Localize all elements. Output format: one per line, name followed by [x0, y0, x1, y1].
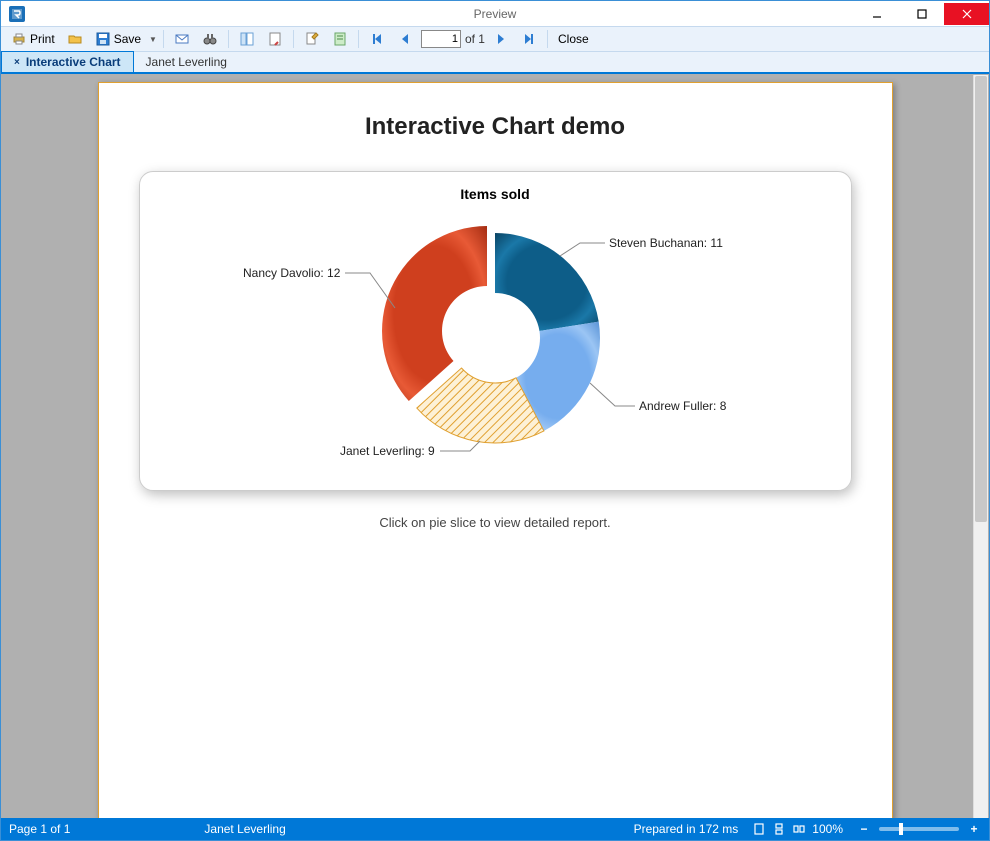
scrollbar-thumb[interactable] [975, 76, 987, 522]
chart-hint: Click on pie slice to view detailed repo… [139, 515, 852, 530]
close-preview-label: Close [558, 32, 589, 46]
chart-frame: Items sold [139, 171, 852, 491]
zoom-slider[interactable] [879, 827, 959, 831]
save-label: Save [114, 32, 141, 46]
separator [228, 30, 229, 48]
watermark-icon [332, 31, 348, 47]
binoculars-icon [202, 31, 218, 47]
edit-icon [304, 31, 320, 47]
page-number-input[interactable] [421, 30, 461, 48]
label-fuller: Andrew Fuller: 8 [639, 399, 727, 413]
toolbar: Print Save ▼ of 1 Close [1, 26, 989, 52]
prev-page-icon [397, 31, 413, 47]
folder-open-icon [67, 31, 83, 47]
preview-viewport[interactable]: Interactive Chart demo Items sold [1, 74, 989, 820]
report-title: Interactive Chart demo [139, 113, 852, 141]
prev-page-button[interactable] [393, 29, 417, 49]
tab-label: Interactive Chart [26, 55, 121, 69]
separator [358, 30, 359, 48]
outline-button[interactable] [235, 29, 259, 49]
label-davolio: Nancy Davolio: 12 [243, 266, 341, 280]
zoom-in-button[interactable]: + [967, 822, 981, 836]
page-of-text: of 1 [465, 32, 485, 46]
maximize-button[interactable] [899, 3, 944, 25]
minimize-button[interactable] [854, 3, 899, 25]
open-button[interactable] [63, 29, 87, 49]
zoom-value: 100% [812, 822, 843, 836]
vertical-scrollbar[interactable] [973, 75, 988, 819]
label-buchanan: Steven Buchanan: 11 [609, 236, 723, 250]
outline-icon [239, 31, 255, 47]
last-page-icon [521, 31, 537, 47]
tab-close-icon[interactable]: × [14, 57, 20, 68]
app-icon [9, 6, 25, 22]
chart-title: Items sold [160, 186, 831, 202]
next-page-button[interactable] [489, 29, 513, 49]
separator [547, 30, 548, 48]
tab-label: Janet Leverling [146, 55, 227, 69]
save-button[interactable]: Save [91, 29, 145, 49]
find-button[interactable] [198, 29, 222, 49]
next-page-icon [493, 31, 509, 47]
view-continuous-icon[interactable] [772, 822, 786, 836]
tabbar: × Interactive Chart Janet Leverling [1, 52, 989, 74]
titlebar: Preview [1, 1, 989, 26]
first-page-icon [369, 31, 385, 47]
status-prepared: Prepared in 172 ms [634, 822, 739, 836]
statusbar: Page 1 of 1 Janet Leverling Prepared in … [1, 818, 989, 840]
watermark-button[interactable] [328, 29, 352, 49]
last-page-button[interactable] [517, 29, 541, 49]
print-icon [11, 31, 27, 47]
report-page: Interactive Chart demo Items sold [98, 82, 893, 820]
zoom-out-button[interactable]: − [857, 822, 871, 836]
slice-buchanan[interactable] [495, 233, 599, 331]
save-dropdown-arrow-icon[interactable]: ▼ [149, 35, 157, 44]
donut-chart: Steven Buchanan: 11 Andrew Fuller: 8 Jan… [165, 208, 825, 468]
print-button[interactable]: Print [7, 29, 59, 49]
email-icon [174, 31, 190, 47]
close-preview-button[interactable]: Close [554, 30, 593, 48]
label-leverling: Janet Leverling: 9 [340, 444, 435, 458]
page-setup-icon [267, 31, 283, 47]
window-title: Preview [474, 7, 517, 21]
slice-davolio[interactable] [382, 226, 487, 401]
email-button[interactable] [170, 29, 194, 49]
view-multipage-icon[interactable] [792, 822, 806, 836]
window-buttons [854, 3, 989, 25]
tab-interactive-chart[interactable]: × Interactive Chart [1, 51, 134, 72]
close-window-button[interactable] [944, 3, 989, 25]
edit-button[interactable] [300, 29, 324, 49]
zoom-slider-thumb[interactable] [899, 823, 903, 835]
status-detail: Janet Leverling [204, 822, 285, 836]
status-page: Page 1 of 1 [9, 822, 70, 836]
page-setup-button[interactable] [263, 29, 287, 49]
zoom-control: − + [857, 822, 981, 836]
first-page-button[interactable] [365, 29, 389, 49]
separator [163, 30, 164, 48]
separator [293, 30, 294, 48]
tab-janet-leverling[interactable]: Janet Leverling [134, 52, 239, 72]
view-single-page-icon[interactable] [752, 822, 766, 836]
print-label: Print [30, 32, 55, 46]
save-icon [95, 31, 111, 47]
